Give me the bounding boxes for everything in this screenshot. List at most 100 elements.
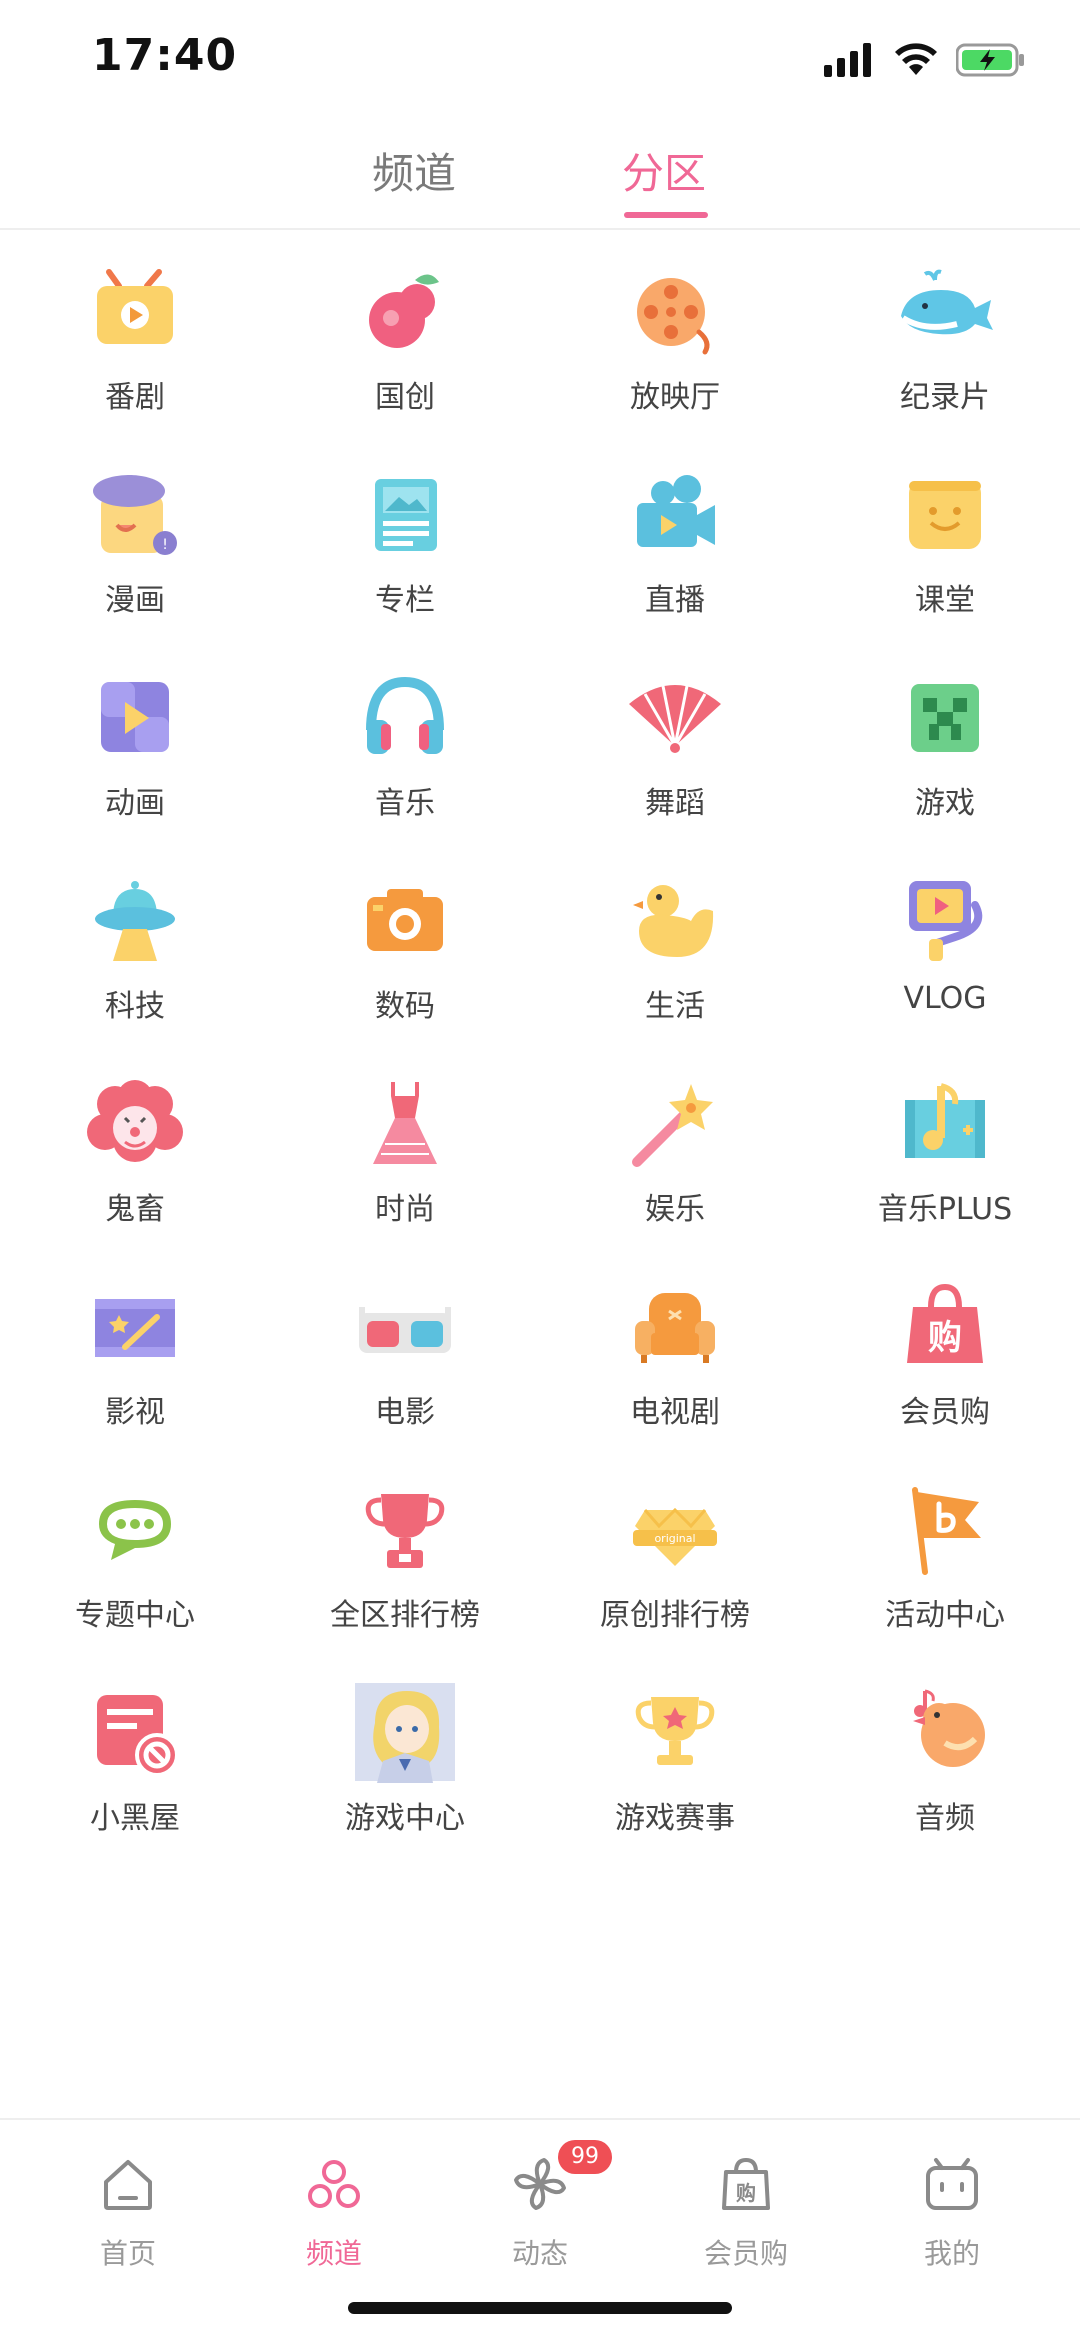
- zone-item-member-shop[interactable]: 购 会员购: [810, 1277, 1080, 1457]
- video-camera-icon: [625, 465, 725, 565]
- bird-icon: [895, 1683, 995, 1783]
- zone-item-tv-series[interactable]: 电视剧: [540, 1277, 810, 1457]
- nav-label: 我的: [923, 2237, 980, 2270]
- zone-item-blackroom[interactable]: 小黑屋: [0, 1683, 270, 1863]
- tab-zone[interactable]: 分区: [622, 140, 706, 201]
- battery-icon: [956, 43, 1024, 77]
- zone-label: 音乐PLUS: [877, 1192, 1013, 1227]
- tv-icon: [85, 262, 185, 362]
- zone-label: 会员购: [900, 1395, 990, 1430]
- zone-label: 音乐: [375, 786, 435, 821]
- zone-item-film-tv[interactable]: 影视: [0, 1277, 270, 1457]
- article-icon: [355, 465, 455, 565]
- svg-text:!: !: [162, 537, 168, 553]
- peach-icon: [355, 262, 455, 362]
- nav-item-channel[interactable]: 频道: [254, 2140, 414, 2280]
- zone-item-guochuang[interactable]: 国创: [270, 262, 540, 442]
- dress-icon: [355, 1074, 455, 1174]
- original-gem-icon: original: [625, 1480, 725, 1580]
- zone-item-animation[interactable]: 动画: [0, 668, 270, 848]
- svg-text:购: 购: [928, 1318, 962, 1358]
- animation-play-icon: [85, 668, 185, 768]
- zone-label: 舞蹈: [645, 786, 705, 821]
- zone-label: 电影: [375, 1395, 435, 1430]
- zone-label: 影视: [105, 1395, 165, 1430]
- zone-label: 活动中心: [885, 1598, 1005, 1633]
- zone-label: 科技: [105, 989, 165, 1024]
- divider: [0, 228, 1080, 230]
- zone-label: 生活: [645, 989, 705, 1024]
- nav-item-profile[interactable]: 我的: [872, 2140, 1032, 2280]
- channel-icon: [304, 2154, 364, 2214]
- profile-tv-icon: [922, 2154, 982, 2214]
- film-strip-icon: [85, 1277, 185, 1377]
- trophy-icon: [355, 1480, 455, 1580]
- zone-item-kichiku[interactable]: 鬼畜: [0, 1074, 270, 1254]
- 3d-glasses-icon: [355, 1277, 455, 1377]
- zone-label: 原创排行榜: [600, 1598, 750, 1633]
- signal-icon: [824, 43, 871, 77]
- zone-item-documentary[interactable]: 纪录片: [810, 262, 1080, 442]
- zone-label: 小黑屋: [90, 1801, 180, 1836]
- nav-label: 会员购: [703, 2237, 788, 2270]
- zone-label: 纪录片: [900, 380, 990, 415]
- zone-item-original-rank[interactable]: original 原创排行榜: [540, 1480, 810, 1660]
- top-tabs: 频道 分区: [0, 140, 1080, 230]
- zone-item-live[interactable]: 直播: [540, 465, 810, 645]
- zone-item-game-center[interactable]: 游戏中心: [270, 1683, 540, 1863]
- zone-label: 音频: [915, 1801, 975, 1836]
- zone-item-all-rank[interactable]: 全区排行榜: [270, 1480, 540, 1660]
- member-shop-icon: 购: [716, 2154, 776, 2214]
- zone-label: 游戏赛事: [615, 1801, 735, 1836]
- zone-item-entertainment[interactable]: 娱乐: [540, 1074, 810, 1254]
- nav-label: 动态: [511, 2237, 568, 2270]
- zone-item-tech[interactable]: 科技: [0, 871, 270, 1051]
- zone-label: 放映厅: [630, 380, 720, 415]
- zone-item-vlog[interactable]: VLOG: [810, 871, 1080, 1051]
- zone-label: 娱乐: [645, 1192, 705, 1227]
- zone-label: 数码: [375, 989, 435, 1024]
- zone-item-digital[interactable]: 数码: [270, 871, 540, 1051]
- nav-item-dynamic[interactable]: 99 动态: [460, 2140, 620, 2280]
- zone-item-event-center[interactable]: 活动中心: [810, 1480, 1080, 1660]
- classroom-icon: [895, 465, 995, 565]
- zone-item-classroom[interactable]: 课堂: [810, 465, 1080, 645]
- wifi-icon: [895, 43, 937, 75]
- zone-item-music-plus[interactable]: 音乐PLUS: [810, 1074, 1080, 1254]
- fan-icon: [625, 668, 725, 768]
- nav-item-home[interactable]: 首页: [48, 2140, 208, 2280]
- zone-item-music[interactable]: 音乐: [270, 668, 540, 848]
- zone-label: 游戏中心: [345, 1801, 465, 1836]
- zone-label: 鬼畜: [105, 1192, 165, 1227]
- zone-item-game[interactable]: 游戏: [810, 668, 1080, 848]
- zone-label: 国创: [375, 380, 435, 415]
- nav-item-member-shop[interactable]: 购 会员购: [666, 2140, 826, 2280]
- status-icons: [824, 38, 1026, 82]
- zone-item-comic[interactable]: ! 漫画: [0, 465, 270, 645]
- zone-item-movie[interactable]: 电影: [270, 1277, 540, 1457]
- tab-channel[interactable]: 频道: [372, 140, 456, 201]
- flag-icon: [895, 1480, 995, 1580]
- film-reel-icon: [625, 262, 725, 362]
- zone-item-esports[interactable]: 游戏赛事: [540, 1683, 810, 1863]
- banned-icon: [85, 1683, 185, 1783]
- notification-badge: 99: [558, 2140, 612, 2174]
- zone-label: 直播: [645, 583, 705, 618]
- svg-text:购: 购: [736, 2181, 756, 2205]
- camera-icon: [355, 871, 455, 971]
- zone-item-dance[interactable]: 舞蹈: [540, 668, 810, 848]
- headphones-icon: [355, 668, 455, 768]
- anime-avatar-icon: [355, 1683, 455, 1783]
- vlog-camera-icon: [895, 871, 995, 971]
- status-time: 17:40: [92, 30, 238, 81]
- zone-label: 专题中心: [75, 1598, 195, 1633]
- zone-item-bangumi[interactable]: 番剧: [0, 262, 270, 442]
- zone-item-cinema[interactable]: 放映厅: [540, 262, 810, 442]
- music-film-icon: [895, 1074, 995, 1174]
- zone-item-topic-center[interactable]: 专题中心: [0, 1480, 270, 1660]
- zone-item-column[interactable]: 专栏: [270, 465, 540, 645]
- zone-label: 专栏: [375, 583, 435, 618]
- zone-item-life[interactable]: 生活: [540, 871, 810, 1051]
- zone-item-fashion[interactable]: 时尚: [270, 1074, 540, 1254]
- zone-item-audio[interactable]: 音频: [810, 1683, 1080, 1863]
